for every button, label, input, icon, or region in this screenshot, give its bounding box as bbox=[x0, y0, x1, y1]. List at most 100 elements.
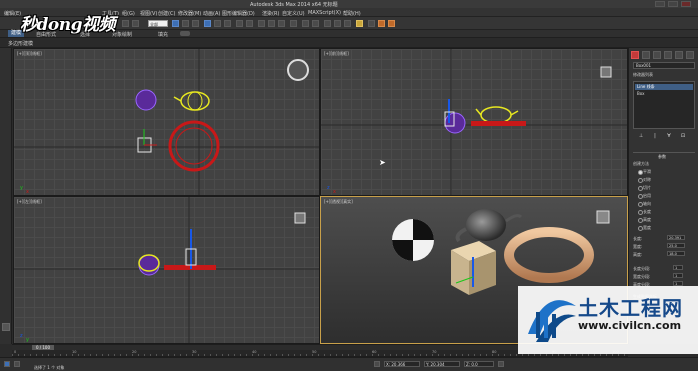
menu-help[interactable]: 帮助(H) bbox=[343, 10, 361, 17]
motion-tab-icon[interactable] bbox=[664, 51, 672, 59]
render-frame-icon[interactable] bbox=[378, 20, 385, 27]
tab-object-paint[interactable]: 对象绘制 bbox=[112, 31, 132, 38]
layer-icon[interactable] bbox=[324, 20, 331, 27]
modifier-stack-item[interactable]: Line 线条 bbox=[635, 84, 693, 90]
torus-object[interactable] bbox=[504, 227, 594, 283]
menu-graph-editors[interactable]: 图形编辑器(D) bbox=[222, 10, 255, 17]
viewcube-top-icon[interactable] bbox=[287, 59, 309, 81]
option-radio[interactable]: 高度 bbox=[638, 217, 651, 223]
menu-animation[interactable]: 动画(A) bbox=[203, 10, 220, 17]
parameters-rollout[interactable]: 参数 bbox=[633, 152, 695, 159]
menu-maxscript[interactable]: MAXScript(X) bbox=[308, 10, 341, 16]
snap-icon[interactable] bbox=[258, 20, 265, 27]
modifier-stack-item[interactable]: Box bbox=[637, 91, 644, 96]
length-segs-field[interactable]: 1 bbox=[673, 265, 683, 270]
viewport-front[interactable]: [+][前][线框] ➤ z x bbox=[320, 48, 628, 196]
rotate-icon[interactable] bbox=[214, 20, 221, 27]
menu-customize[interactable]: 自定义(U) bbox=[282, 10, 305, 17]
menu-rendering[interactable]: 渲染(R) bbox=[262, 10, 279, 17]
modifier-stack[interactable]: Line 线条 Box bbox=[633, 81, 695, 129]
option-radio[interactable]: 平滑 bbox=[638, 169, 651, 175]
option-radio[interactable]: 切片 bbox=[638, 185, 651, 191]
minimize-icon[interactable] bbox=[655, 1, 665, 7]
svg-text:x: x bbox=[333, 189, 336, 195]
schematic-view-icon[interactable] bbox=[344, 20, 351, 27]
ruler-tick: 80 bbox=[492, 350, 497, 354]
align-icon[interactable] bbox=[312, 20, 319, 27]
viewcube-left-icon[interactable] bbox=[294, 212, 306, 224]
length-field[interactable]: 20.391 bbox=[667, 235, 685, 240]
option-radio[interactable]: 长度 bbox=[638, 209, 651, 215]
torus-wireframe[interactable] bbox=[471, 121, 526, 126]
make-unique-icon[interactable]: ∀ bbox=[665, 133, 673, 140]
ruler-tick: 40 bbox=[252, 350, 257, 354]
maxscript-listener-icon[interactable] bbox=[4, 361, 10, 367]
menu-group[interactable]: 组(G) bbox=[122, 10, 135, 17]
render-setup-icon[interactable] bbox=[368, 20, 375, 27]
option-radio[interactable]: 对称 bbox=[638, 177, 651, 183]
x-coord-field[interactable]: X: 20.366 bbox=[384, 361, 420, 367]
remove-modifier-icon[interactable]: ⊡ bbox=[679, 133, 687, 140]
angle-snap-icon[interactable] bbox=[268, 20, 275, 27]
hierarchy-tab-icon[interactable] bbox=[653, 51, 661, 59]
menu-modifiers[interactable]: 修改器(M) bbox=[178, 10, 201, 17]
select-by-name-icon[interactable] bbox=[182, 20, 189, 27]
width-field[interactable]: 25.0 bbox=[667, 243, 685, 248]
title-bar: Autodesk 3ds Max 2014 x64 无标题 bbox=[0, 0, 698, 8]
svg-text:z: z bbox=[327, 185, 330, 191]
mirror-icon[interactable] bbox=[302, 20, 309, 27]
maximize-icon[interactable] bbox=[668, 1, 678, 7]
object-name-field[interactable]: Box001 bbox=[633, 62, 695, 69]
option-radio[interactable]: 宽度 bbox=[638, 225, 651, 231]
option-radio[interactable]: 启用 bbox=[638, 193, 651, 199]
viewcube-front-icon[interactable] bbox=[600, 66, 612, 78]
render-icon[interactable] bbox=[388, 20, 395, 27]
menu-view[interactable]: 视图(V) bbox=[140, 10, 157, 17]
tab-populate[interactable]: 填充 bbox=[158, 31, 168, 38]
sphere-wireframe[interactable] bbox=[135, 89, 157, 111]
modifier-list-dropdown[interactable]: 修改器列表 bbox=[633, 72, 653, 78]
menu-edit[interactable]: 编辑(E) bbox=[4, 10, 21, 17]
close-icon[interactable] bbox=[681, 1, 691, 7]
y-coord-field[interactable]: Y: 20.304 bbox=[424, 361, 460, 367]
modify-tab-icon[interactable] bbox=[642, 51, 650, 59]
menu-create[interactable]: 创建(C) bbox=[158, 10, 175, 17]
selection-filter-dropdown[interactable]: 全部 bbox=[148, 20, 168, 27]
link-icon[interactable] bbox=[122, 20, 129, 27]
teapot-wireframe[interactable] bbox=[180, 91, 210, 111]
move-icon[interactable] bbox=[204, 20, 211, 27]
script-mini-listener-icon[interactable] bbox=[14, 361, 20, 367]
viewport-layout-icon[interactable] bbox=[2, 323, 10, 331]
pivot-icon[interactable] bbox=[246, 20, 253, 27]
option-radio[interactable]: 轴向 bbox=[638, 201, 651, 207]
left-toolstrip bbox=[0, 48, 12, 344]
ruler-tick: 10 bbox=[72, 350, 77, 354]
select-region-icon[interactable] bbox=[192, 20, 199, 27]
teapot-wireframe[interactable] bbox=[480, 106, 512, 124]
z-coord-field[interactable]: Z: 0.0 bbox=[464, 361, 494, 367]
grid-setting-icon[interactable] bbox=[498, 361, 504, 367]
viewport-top[interactable]: [+][顶][线框] y x bbox=[13, 48, 320, 196]
create-tab-icon[interactable] bbox=[631, 51, 639, 59]
reference-coord-icon[interactable] bbox=[236, 20, 243, 27]
utilities-tab-icon[interactable] bbox=[686, 51, 694, 59]
teapot-object[interactable] bbox=[466, 209, 506, 241]
display-tab-icon[interactable] bbox=[675, 51, 683, 59]
width-segs-field[interactable]: 1 bbox=[673, 273, 683, 278]
material-editor-icon[interactable] bbox=[356, 20, 363, 27]
height-field[interactable]: 18.0 bbox=[667, 251, 685, 256]
torus-wireframe[interactable] bbox=[168, 120, 220, 172]
scale-icon[interactable] bbox=[224, 20, 231, 27]
select-object-icon[interactable] bbox=[172, 20, 179, 27]
curve-editor-icon[interactable] bbox=[334, 20, 341, 27]
percent-snap-icon[interactable] bbox=[278, 20, 285, 27]
pin-stack-icon[interactable]: ⊥ bbox=[637, 133, 645, 140]
lock-selection-icon[interactable] bbox=[374, 361, 380, 367]
show-end-result-icon[interactable]: | bbox=[651, 133, 659, 140]
ribbon-toggle-icon[interactable] bbox=[180, 31, 190, 36]
ribbon-panel-label[interactable]: 多边形建模 bbox=[8, 40, 33, 47]
viewcube-perspective-icon[interactable] bbox=[596, 210, 610, 224]
unlink-icon[interactable] bbox=[132, 20, 139, 27]
viewport-left[interactable]: [+][左][线框] z y bbox=[13, 196, 320, 344]
named-selection-icon[interactable] bbox=[290, 20, 297, 27]
